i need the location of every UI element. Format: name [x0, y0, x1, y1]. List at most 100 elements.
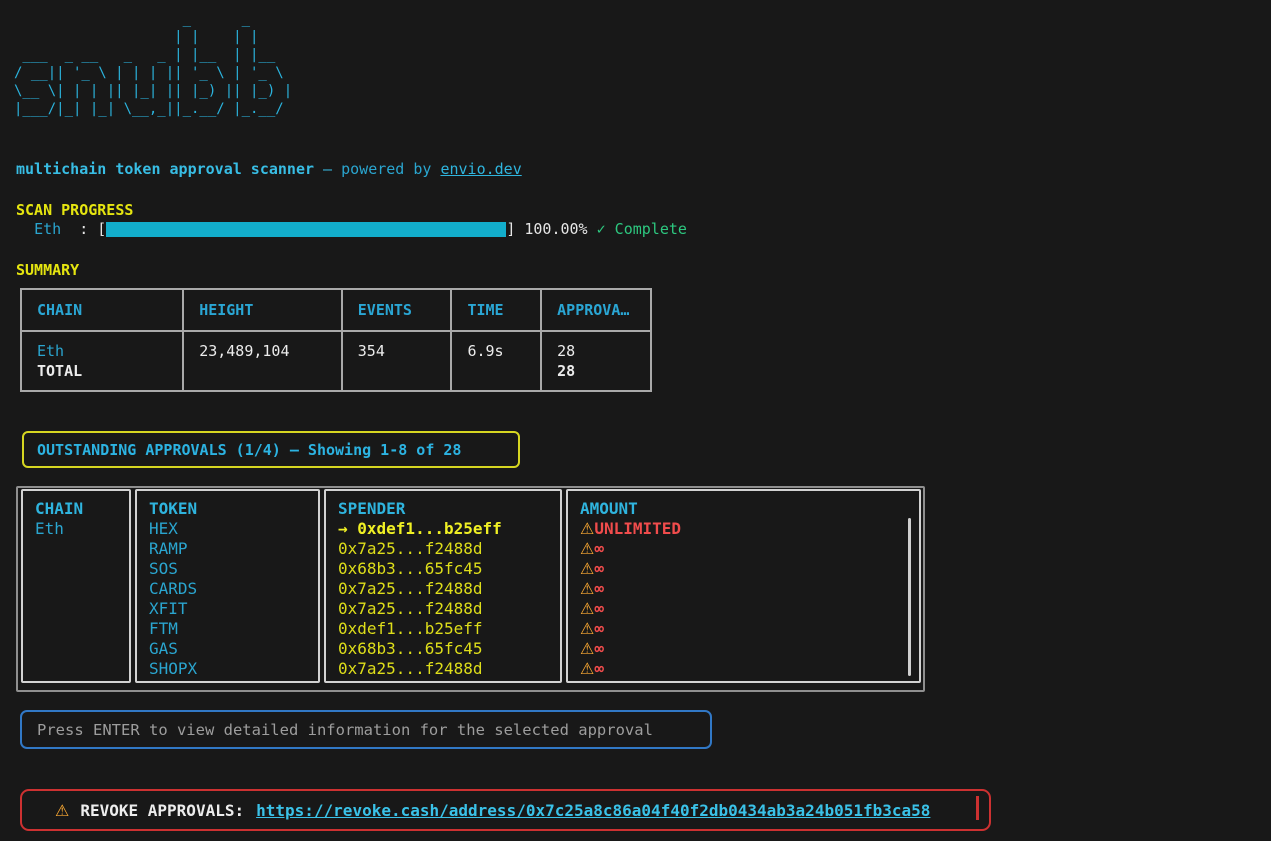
approvals-col-header-amount: AMOUNT	[580, 499, 919, 519]
amount-value: ∞	[594, 599, 604, 618]
summary-col-height: HEIGHT	[183, 289, 342, 331]
token-list-item[interactable]: CARDS	[149, 579, 318, 599]
amount-list-item[interactable]: ⚠∞	[580, 559, 919, 579]
logo-line: / __|| '_ \ | | | || '_ \ | '_ \	[14, 64, 292, 82]
summary-approvals-value: 28	[557, 341, 650, 361]
scan-progress-row: Eth : [] 100.00% ✓ Complete	[16, 220, 687, 238]
progress-percent: 100.00%	[524, 220, 596, 238]
warning-icon: ⚠	[580, 559, 594, 578]
warning-icon: ⚠	[580, 579, 594, 598]
summary-header-row: CHAIN HEIGHT EVENTS TIME APPROVA…	[21, 289, 651, 331]
approvals-spender-column: SPENDER → 0xdef1...b25eff 0x7a25...f2488…	[324, 489, 562, 683]
token-list-item[interactable]: HEX	[149, 519, 318, 539]
spender-list-item-selected[interactable]: → 0xdef1...b25eff	[338, 519, 560, 539]
spender-list-item[interactable]: 0x7a25...f2488d	[338, 539, 560, 559]
amount-list-item[interactable]: ⚠∞	[580, 539, 919, 559]
spender-list-item[interactable]: 0x68b3...65fc45	[338, 639, 560, 659]
spender-list-item[interactable]: 0x68b3...65fc45	[338, 559, 560, 579]
logo-line: | | | |	[14, 28, 292, 46]
token-list-item[interactable]: SOS	[149, 559, 318, 579]
spender-address: 0xdef1...b25eff	[357, 519, 502, 538]
progress-indent	[16, 220, 34, 238]
approvals-col-header-token: TOKEN	[149, 499, 318, 519]
amount-list-item[interactable]: ⚠∞	[580, 579, 919, 599]
summary-events-total	[358, 361, 451, 381]
amount-list-item[interactable]: ⚠∞	[580, 659, 919, 679]
logo-line: _ _	[14, 10, 292, 28]
approvals-scrollbar[interactable]	[908, 518, 911, 676]
token-list-item[interactable]: RAMP	[149, 539, 318, 559]
logo-line: ___ _ __ _ _ | |__ | |__	[14, 46, 292, 64]
warning-icon: ⚠	[580, 599, 594, 618]
token-list-item[interactable]: SHOPX	[149, 659, 318, 679]
amount-list-item[interactable]: ⚠UNLIMITED	[580, 519, 919, 539]
summary-col-chain: CHAIN	[21, 289, 183, 331]
amount-value: ∞	[594, 559, 604, 578]
summary-cell-approvals: 28 28	[541, 331, 651, 391]
approvals-chain-column: CHAIN Eth	[21, 489, 131, 683]
enter-hint-box: Press ENTER to view detailed information…	[20, 710, 712, 749]
amount-list-item[interactable]: ⚠∞	[580, 639, 919, 659]
approvals-amount-column: AMOUNT ⚠UNLIMITED ⚠∞ ⚠∞ ⚠∞ ⚠∞ ⚠∞ ⚠∞ ⚠∞	[566, 489, 921, 683]
outstanding-approvals-title: OUTSTANDING APPROVALS (1/4) — Showing 1-…	[24, 441, 461, 459]
amount-list-item[interactable]: ⚠∞	[580, 619, 919, 639]
terminal-screen: _ _ | | | | ___ _ __ _ _ | |__ | |__ / _…	[0, 0, 1271, 841]
warning-icon: ⚠	[580, 539, 594, 558]
amount-list-item[interactable]: ⚠∞	[580, 599, 919, 619]
envio-dev-link[interactable]: envio.dev	[440, 160, 521, 178]
snubb-ascii-logo: _ _ | | | | ___ _ __ _ _ | |__ | |__ / _…	[14, 10, 292, 118]
progress-bar-fill	[106, 222, 506, 237]
token-list-item[interactable]: GAS	[149, 639, 318, 659]
token-list-item[interactable]: FTM	[149, 619, 318, 639]
warning-icon: ⚠	[580, 519, 594, 538]
app-subtitle: multichain token approval scanner	[16, 160, 314, 178]
warning-icon: ⚠	[580, 659, 594, 678]
summary-table: CHAIN HEIGHT EVENTS TIME APPROVA… Eth TO…	[20, 288, 652, 392]
progress-chain-label: Eth	[34, 220, 61, 238]
amount-value: ∞	[594, 639, 604, 658]
warning-icon: ⚠	[580, 639, 594, 658]
spender-list-item[interactable]: 0x7a25...f2488d	[338, 659, 560, 679]
warning-icon: ⚠	[55, 801, 69, 820]
spender-list-item[interactable]: 0xdef1...b25eff	[338, 619, 560, 639]
summary-chain-total: TOTAL	[37, 361, 182, 381]
summary-data-row: Eth TOTAL 23,489,104 354 6.9s 28 28	[21, 331, 651, 391]
check-icon: ✓	[597, 220, 606, 238]
powered-by-label: powered by	[341, 160, 440, 178]
summary-height-value: 23,489,104	[199, 341, 341, 361]
progress-status: Complete	[606, 220, 687, 238]
revoke-cash-link[interactable]: https://revoke.cash/address/0x7c25a8c86a…	[256, 801, 930, 820]
spender-list-item[interactable]: 0x7a25...f2488d	[338, 579, 560, 599]
summary-heading: SUMMARY	[16, 261, 79, 279]
enter-hint-text: Press ENTER to view detailed information…	[22, 721, 653, 739]
tagline-dash: —	[314, 160, 341, 178]
progress-bracket-close: ]	[506, 220, 524, 238]
logo-line: \__ \| | | || |_| || |_) || |_) |	[14, 82, 292, 100]
summary-col-approvals: APPROVA…	[541, 289, 651, 331]
amount-value: ∞	[594, 659, 604, 678]
scan-progress-heading: SCAN PROGRESS	[16, 201, 133, 219]
approvals-chain-value: Eth	[35, 519, 129, 539]
logo-line: |___/|_| |_| \__,_||_.__/ |_.__/	[14, 100, 292, 118]
summary-cell-height: 23,489,104	[183, 331, 342, 391]
tagline: multichain token approval scanner — powe…	[16, 160, 522, 178]
summary-approvals-total: 28	[557, 361, 650, 381]
summary-cell-events: 354	[342, 331, 452, 391]
approvals-token-column: TOKEN HEX RAMP SOS CARDS XFIT FTM GAS SH…	[135, 489, 320, 683]
spender-list-item[interactable]: 0x7a25...f2488d	[338, 599, 560, 619]
approvals-col-header-chain: CHAIN	[35, 499, 129, 519]
revoke-approvals-label: REVOKE APPROVALS:	[80, 801, 244, 820]
summary-events-value: 354	[358, 341, 451, 361]
selection-arrow-icon: →	[338, 519, 357, 538]
amount-value: UNLIMITED	[594, 519, 681, 538]
warning-icon: ⚠	[580, 619, 594, 638]
amount-value: ∞	[594, 579, 604, 598]
revoke-box-tick	[976, 796, 979, 820]
summary-col-time: TIME	[451, 289, 541, 331]
token-list-item[interactable]: XFIT	[149, 599, 318, 619]
summary-cell-time: 6.9s	[451, 331, 541, 391]
summary-cell-chain: Eth TOTAL	[21, 331, 183, 391]
outstanding-approvals-banner: OUTSTANDING APPROVALS (1/4) — Showing 1-…	[22, 431, 520, 468]
amount-value: ∞	[594, 539, 604, 558]
summary-time-value: 6.9s	[467, 341, 540, 361]
